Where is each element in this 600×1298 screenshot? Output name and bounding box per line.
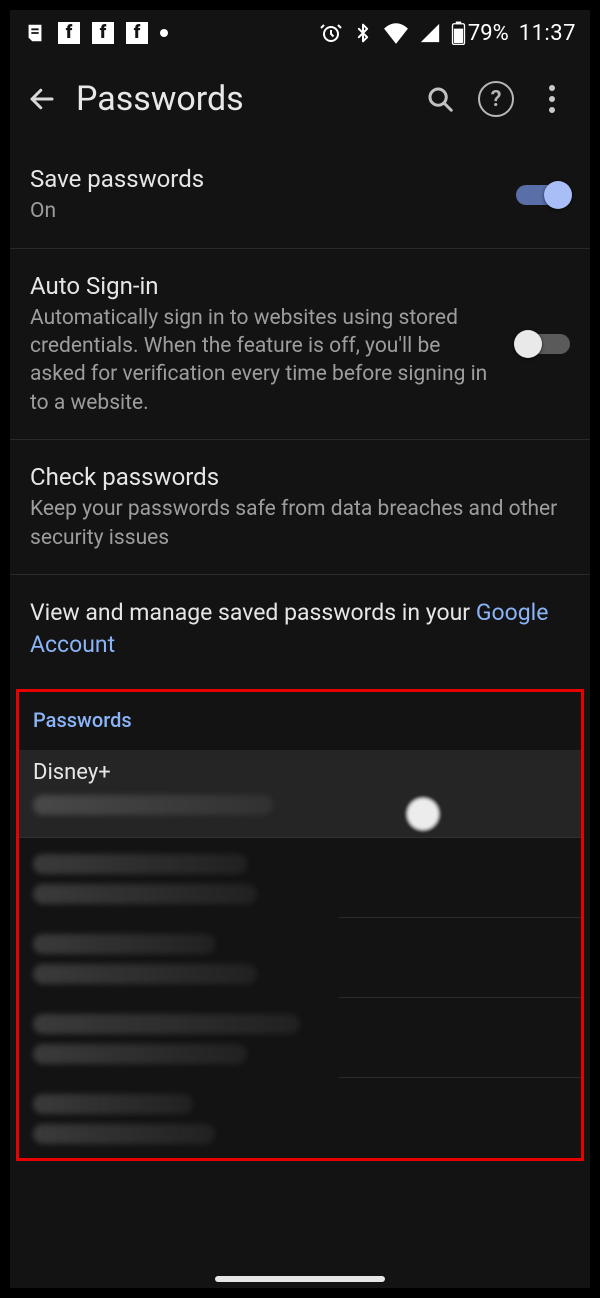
redacted-text bbox=[33, 795, 273, 815]
auto-signin-title: Auto Sign-in bbox=[30, 271, 498, 302]
redacted-text bbox=[33, 884, 257, 904]
redacted-text bbox=[33, 934, 215, 954]
password-site-name: Disney+ bbox=[33, 760, 567, 785]
alarm-icon bbox=[319, 21, 343, 45]
more-notifications-dot-icon bbox=[160, 29, 168, 37]
more-vertical-icon bbox=[549, 85, 555, 113]
password-entry[interactable] bbox=[19, 838, 581, 918]
touch-indicator-icon bbox=[405, 796, 441, 832]
redacted-text bbox=[33, 964, 257, 984]
password-entry[interactable] bbox=[19, 918, 581, 998]
search-button[interactable] bbox=[412, 71, 468, 127]
app-bar: Passwords ? bbox=[10, 56, 590, 142]
clock-text: 11:37 bbox=[519, 21, 576, 46]
manage-in-google-row: View and manage saved passwords in your … bbox=[10, 575, 590, 683]
status-bar: f f f 79% bbox=[10, 10, 590, 56]
overflow-menu-button[interactable] bbox=[524, 71, 580, 127]
redacted-text bbox=[33, 1124, 215, 1144]
save-passwords-status: On bbox=[30, 197, 498, 225]
manage-prefix-text: View and manage saved passwords in your bbox=[30, 599, 476, 626]
facebook-notification-icon: f bbox=[92, 22, 114, 44]
redacted-text bbox=[33, 1014, 300, 1034]
passwords-section-highlight: Passwords Disney+ bbox=[16, 689, 584, 1161]
facebook-notification-icon: f bbox=[126, 22, 148, 44]
auto-signin-toggle[interactable] bbox=[516, 330, 570, 358]
password-entry[interactable] bbox=[19, 1078, 581, 1158]
help-icon: ? bbox=[478, 81, 514, 117]
wifi-icon bbox=[383, 22, 409, 44]
auto-signin-row[interactable]: Auto Sign-in Automatically sign in to we… bbox=[10, 249, 590, 441]
redacted-text bbox=[33, 854, 247, 874]
facebook-notification-icon: f bbox=[58, 22, 80, 44]
password-entry[interactable] bbox=[19, 998, 581, 1078]
save-passwords-row[interactable]: Save passwords On bbox=[10, 142, 590, 249]
search-icon bbox=[425, 84, 455, 114]
navigation-handle[interactable] bbox=[215, 1276, 385, 1282]
cellular-signal-icon bbox=[419, 22, 441, 44]
bluetooth-icon bbox=[353, 21, 373, 45]
check-passwords-row[interactable]: Check passwords Keep your passwords safe… bbox=[10, 440, 590, 575]
battery-text: 79% bbox=[468, 21, 509, 46]
notification-document-icon bbox=[24, 22, 46, 44]
redacted-text bbox=[33, 1094, 193, 1114]
check-passwords-description: Keep your passwords safe from data breac… bbox=[30, 495, 570, 552]
check-passwords-title: Check passwords bbox=[30, 462, 570, 493]
arrow-left-icon bbox=[27, 84, 57, 114]
save-passwords-toggle[interactable] bbox=[516, 181, 570, 209]
auto-signin-description: Automatically sign in to websites using … bbox=[30, 304, 498, 417]
passwords-section-header: Passwords bbox=[19, 700, 581, 750]
back-button[interactable] bbox=[14, 71, 70, 127]
battery-icon: 79% bbox=[451, 21, 509, 46]
help-button[interactable]: ? bbox=[468, 71, 524, 127]
password-entry[interactable]: Disney+ bbox=[19, 750, 581, 838]
redacted-text bbox=[33, 1044, 247, 1064]
page-title: Passwords bbox=[76, 79, 412, 119]
save-passwords-title: Save passwords bbox=[30, 164, 498, 195]
